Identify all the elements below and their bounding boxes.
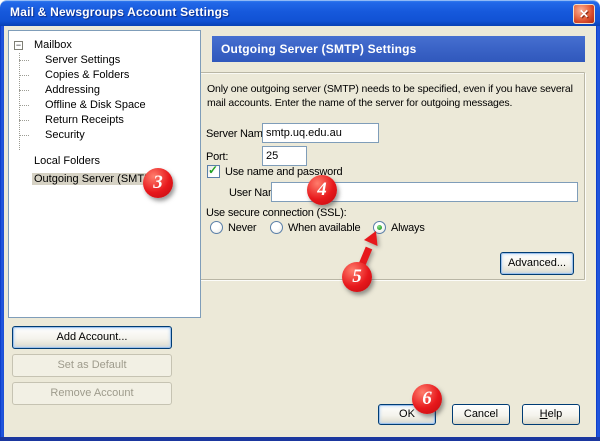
step-3-badge: 3 (143, 168, 173, 198)
port-label: Port: (206, 151, 228, 163)
server-name-input[interactable] (262, 123, 379, 143)
account-tree: − Mailbox Server Settings Copies & Folde… (8, 30, 201, 318)
remove-account-button: Remove Account (12, 382, 172, 405)
close-icon[interactable]: ✕ (573, 4, 595, 24)
tree-connector (19, 120, 29, 121)
step-5-badge: 5 (342, 262, 372, 292)
tree-item-copies-folders[interactable]: Copies & Folders (9, 68, 200, 83)
account-settings-dialog: Mail & Newsgroups Account Settings ✕ − M… (0, 0, 600, 441)
checkmark-icon: ✓ (208, 163, 218, 177)
tree-connector (19, 75, 29, 76)
tree-item-offline-disk-space[interactable]: Offline & Disk Space (9, 98, 200, 113)
set-as-default-button: Set as Default (12, 354, 172, 377)
window-border-left (0, 26, 4, 441)
tree-connector (19, 135, 29, 136)
tree-item-security[interactable]: Security (9, 128, 200, 143)
window-border-bottom (0, 437, 600, 441)
tree-connector (19, 60, 29, 61)
title-bar[interactable]: Mail & Newsgroups Account Settings ✕ (0, 0, 600, 26)
advanced-button[interactable]: Advanced... (500, 252, 574, 275)
tree-item-server-settings[interactable]: Server Settings (9, 53, 200, 68)
cancel-button[interactable]: Cancel (452, 404, 510, 425)
tree-connector (19, 90, 29, 91)
add-account-button[interactable]: Add Account... (12, 326, 172, 349)
ssl-always-label[interactable]: Always (391, 222, 425, 234)
tree-item-local-folders[interactable]: Local Folders (9, 154, 200, 169)
step-6-badge: 6 (412, 384, 442, 414)
tree-item-return-receipts[interactable]: Return Receipts (9, 113, 200, 128)
panel-title: Outgoing Server (SMTP) Settings (212, 36, 585, 62)
ssl-label: Use secure connection (SSL): (206, 207, 347, 219)
ssl-never-radio[interactable] (210, 221, 223, 234)
window-border-right (596, 26, 600, 441)
step-4-badge: 4 (307, 175, 337, 205)
ssl-never-label[interactable]: Never (228, 222, 256, 234)
ssl-when-available-radio[interactable] (270, 221, 283, 234)
tree-item-mailbox[interactable]: − Mailbox (9, 38, 200, 53)
use-name-password-checkbox[interactable]: ✓ (207, 165, 220, 178)
help-button[interactable]: Help (522, 404, 580, 425)
port-input[interactable] (262, 146, 307, 166)
smtp-description-line2: mail accounts. Enter the name of the ser… (207, 97, 512, 110)
smtp-description-line1: Only one outgoing server (SMTP) needs to… (207, 83, 573, 96)
tree-connector (19, 105, 29, 106)
tree-item-addressing[interactable]: Addressing (9, 83, 200, 98)
collapse-icon[interactable]: − (14, 41, 23, 50)
window-title: Mail & Newsgroups Account Settings (10, 5, 229, 19)
